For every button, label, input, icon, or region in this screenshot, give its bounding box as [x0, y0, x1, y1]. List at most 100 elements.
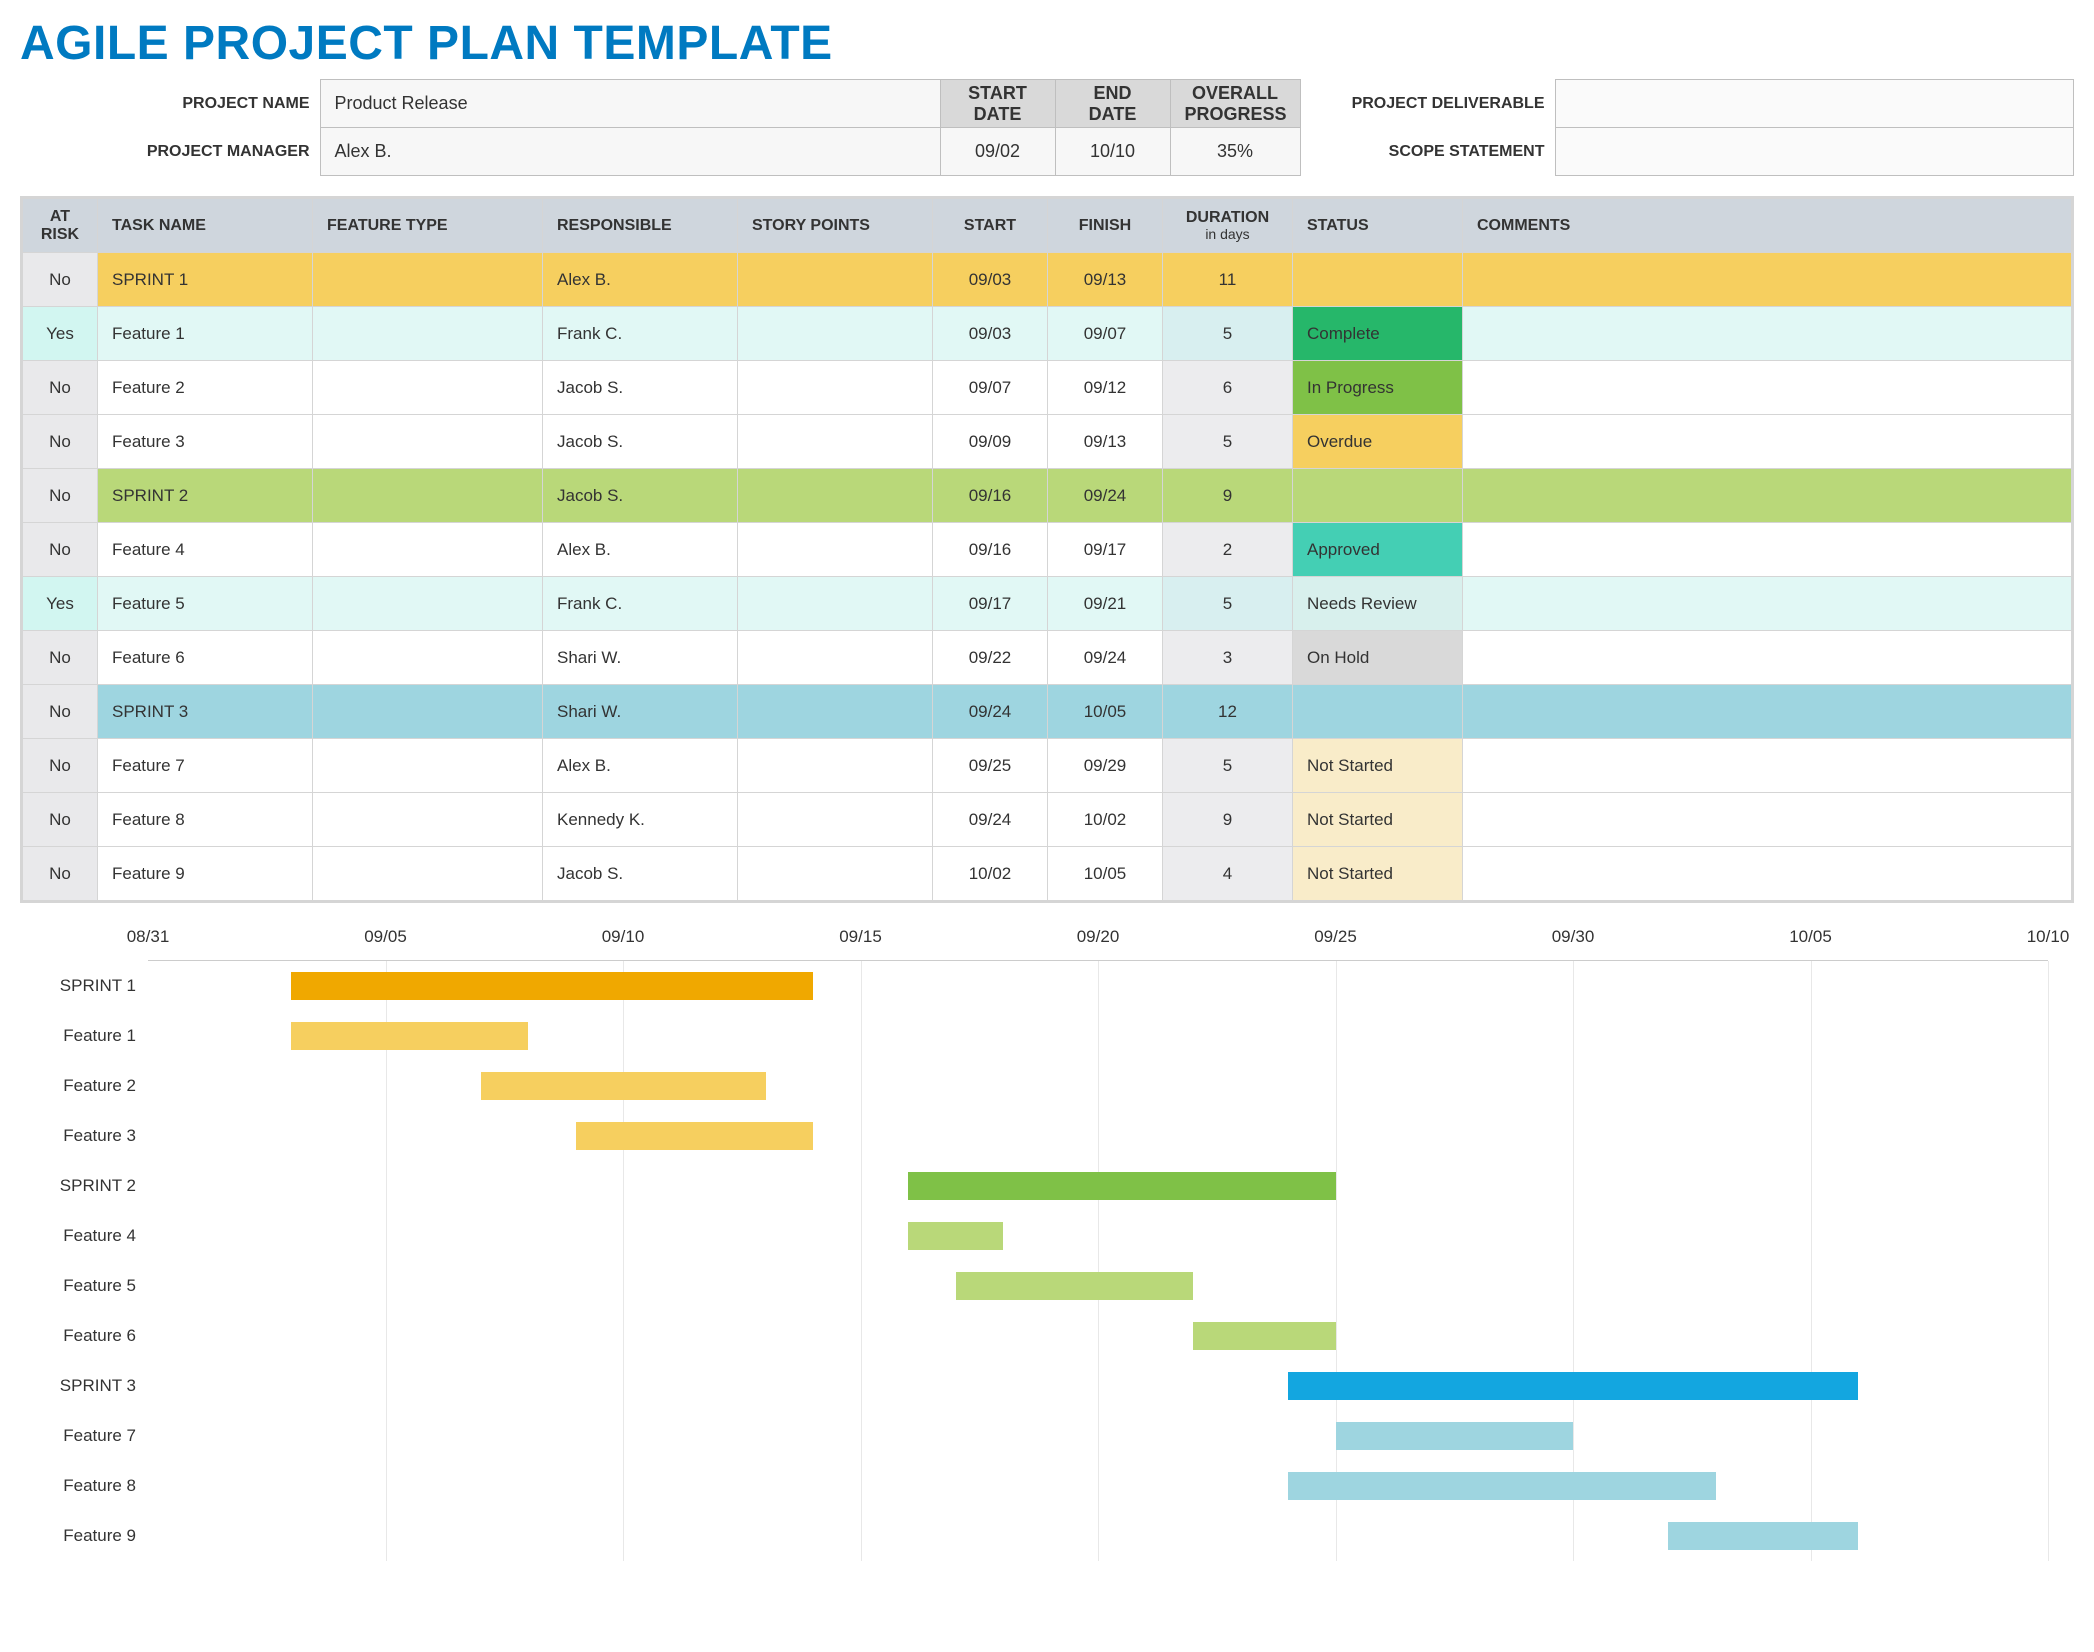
cell-story-points[interactable]	[738, 793, 933, 847]
value-project-name[interactable]: Product Release	[320, 80, 940, 128]
cell-finish[interactable]: 09/29	[1048, 739, 1163, 793]
cell-story-points[interactable]	[738, 685, 933, 739]
cell-task-name[interactable]: SPRINT 3	[98, 685, 313, 739]
cell-feature-type[interactable]	[313, 415, 543, 469]
cell-story-points[interactable]	[738, 739, 933, 793]
cell-at-risk[interactable]: No	[23, 253, 98, 307]
cell-responsible[interactable]: Shari W.	[543, 685, 738, 739]
cell-comments[interactable]	[1463, 361, 2072, 415]
cell-responsible[interactable]: Kennedy K.	[543, 793, 738, 847]
cell-finish[interactable]: 09/13	[1048, 415, 1163, 469]
cell-comments[interactable]	[1463, 415, 2072, 469]
cell-duration[interactable]: 3	[1163, 631, 1293, 685]
cell-story-points[interactable]	[738, 415, 933, 469]
cell-status[interactable]	[1293, 253, 1463, 307]
value-project-manager[interactable]: Alex B.	[320, 128, 940, 176]
cell-status[interactable]: Overdue	[1293, 415, 1463, 469]
cell-comments[interactable]	[1463, 523, 2072, 577]
cell-comments[interactable]	[1463, 307, 2072, 361]
cell-start[interactable]: 09/24	[933, 685, 1048, 739]
cell-duration[interactable]: 2	[1163, 523, 1293, 577]
cell-finish[interactable]: 09/21	[1048, 577, 1163, 631]
cell-at-risk[interactable]: No	[23, 847, 98, 901]
cell-status[interactable]: Needs Review	[1293, 577, 1463, 631]
cell-feature-type[interactable]	[313, 361, 543, 415]
cell-at-risk[interactable]: No	[23, 685, 98, 739]
cell-feature-type[interactable]	[313, 469, 543, 523]
value-project-deliverable[interactable]	[1555, 80, 2074, 128]
cell-duration[interactable]: 4	[1163, 847, 1293, 901]
cell-start[interactable]: 09/24	[933, 793, 1048, 847]
cell-feature-type[interactable]	[313, 847, 543, 901]
cell-start[interactable]: 09/17	[933, 577, 1048, 631]
cell-duration[interactable]: 5	[1163, 415, 1293, 469]
cell-story-points[interactable]	[738, 523, 933, 577]
cell-start[interactable]: 09/03	[933, 253, 1048, 307]
value-scope-statement[interactable]	[1555, 128, 2074, 176]
cell-responsible[interactable]: Jacob S.	[543, 469, 738, 523]
cell-comments[interactable]	[1463, 793, 2072, 847]
cell-comments[interactable]	[1463, 739, 2072, 793]
cell-at-risk[interactable]: No	[23, 415, 98, 469]
cell-task-name[interactable]: Feature 5	[98, 577, 313, 631]
cell-finish[interactable]: 09/07	[1048, 307, 1163, 361]
cell-duration[interactable]: 12	[1163, 685, 1293, 739]
cell-task-name[interactable]: Feature 3	[98, 415, 313, 469]
cell-at-risk[interactable]: No	[23, 523, 98, 577]
cell-at-risk[interactable]: No	[23, 739, 98, 793]
cell-feature-type[interactable]	[313, 577, 543, 631]
cell-status[interactable]: Approved	[1293, 523, 1463, 577]
cell-start[interactable]: 09/16	[933, 523, 1048, 577]
cell-at-risk[interactable]: Yes	[23, 307, 98, 361]
cell-duration[interactable]: 6	[1163, 361, 1293, 415]
cell-responsible[interactable]: Jacob S.	[543, 361, 738, 415]
cell-start[interactable]: 09/16	[933, 469, 1048, 523]
cell-at-risk[interactable]: No	[23, 631, 98, 685]
cell-story-points[interactable]	[738, 307, 933, 361]
cell-finish[interactable]: 09/17	[1048, 523, 1163, 577]
cell-task-name[interactable]: Feature 1	[98, 307, 313, 361]
cell-finish[interactable]: 10/02	[1048, 793, 1163, 847]
cell-status[interactable]: Not Started	[1293, 793, 1463, 847]
cell-responsible[interactable]: Jacob S.	[543, 847, 738, 901]
cell-at-risk[interactable]: No	[23, 361, 98, 415]
cell-feature-type[interactable]	[313, 685, 543, 739]
cell-duration[interactable]: 5	[1163, 577, 1293, 631]
cell-start[interactable]: 09/09	[933, 415, 1048, 469]
cell-feature-type[interactable]	[313, 307, 543, 361]
value-end-date[interactable]: 10/10	[1055, 128, 1170, 176]
cell-finish[interactable]: 09/24	[1048, 631, 1163, 685]
cell-feature-type[interactable]	[313, 523, 543, 577]
cell-duration[interactable]: 9	[1163, 793, 1293, 847]
cell-responsible[interactable]: Frank C.	[543, 577, 738, 631]
cell-status[interactable]	[1293, 469, 1463, 523]
cell-duration[interactable]: 9	[1163, 469, 1293, 523]
cell-responsible[interactable]: Jacob S.	[543, 415, 738, 469]
cell-start[interactable]: 09/07	[933, 361, 1048, 415]
cell-feature-type[interactable]	[313, 739, 543, 793]
cell-duration[interactable]: 5	[1163, 307, 1293, 361]
cell-story-points[interactable]	[738, 469, 933, 523]
cell-comments[interactable]	[1463, 631, 2072, 685]
cell-task-name[interactable]: Feature 4	[98, 523, 313, 577]
cell-responsible[interactable]: Frank C.	[543, 307, 738, 361]
cell-comments[interactable]	[1463, 685, 2072, 739]
cell-duration[interactable]: 5	[1163, 739, 1293, 793]
cell-task-name[interactable]: Feature 7	[98, 739, 313, 793]
cell-finish[interactable]: 10/05	[1048, 847, 1163, 901]
cell-start[interactable]: 09/22	[933, 631, 1048, 685]
cell-story-points[interactable]	[738, 361, 933, 415]
cell-task-name[interactable]: Feature 8	[98, 793, 313, 847]
cell-comments[interactable]	[1463, 847, 2072, 901]
cell-comments[interactable]	[1463, 253, 2072, 307]
cell-task-name[interactable]: SPRINT 1	[98, 253, 313, 307]
value-start-date[interactable]: 09/02	[940, 128, 1055, 176]
cell-story-points[interactable]	[738, 253, 933, 307]
cell-feature-type[interactable]	[313, 253, 543, 307]
cell-status[interactable]: Complete	[1293, 307, 1463, 361]
cell-duration[interactable]: 11	[1163, 253, 1293, 307]
cell-feature-type[interactable]	[313, 631, 543, 685]
cell-status[interactable]	[1293, 685, 1463, 739]
cell-task-name[interactable]: Feature 2	[98, 361, 313, 415]
cell-start[interactable]: 09/03	[933, 307, 1048, 361]
